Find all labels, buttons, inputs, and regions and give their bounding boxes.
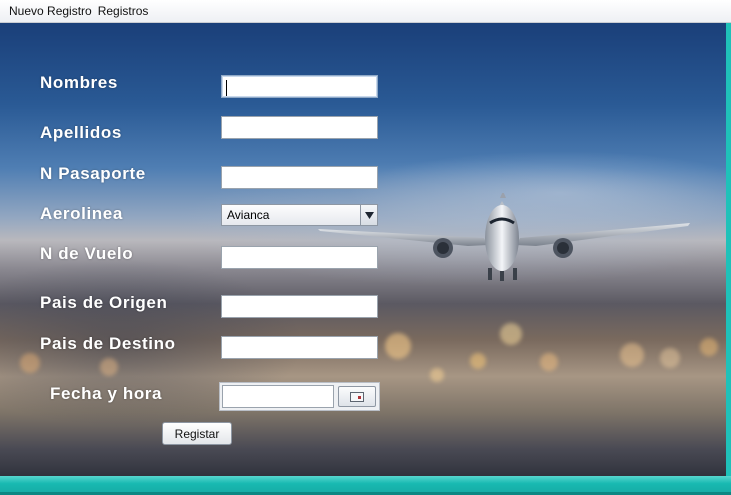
label-origen: Pais de Origen	[40, 293, 168, 312]
vuelo-input[interactable]	[221, 246, 378, 269]
bokeh-light	[620, 343, 644, 367]
menu-registros[interactable]: Registros	[95, 0, 152, 23]
calendar-button[interactable]	[338, 386, 376, 407]
menu-nuevo-registro[interactable]: Nuevo Registro	[6, 0, 95, 23]
window-border-right	[726, 23, 731, 495]
text-caret	[226, 80, 227, 96]
bokeh-light	[660, 348, 680, 368]
calendar-icon	[350, 391, 364, 402]
label-aerolinea: Aerolinea	[40, 204, 123, 223]
label-nombres: Nombres	[40, 73, 118, 92]
apellidos-input[interactable]	[221, 116, 378, 139]
label-apellidos: Apellidos	[40, 123, 122, 142]
pasaporte-input[interactable]	[221, 166, 378, 189]
bokeh-light	[470, 353, 486, 369]
label-vuelo: N de Vuelo	[40, 244, 134, 263]
bokeh-light	[430, 368, 444, 382]
bokeh-light	[385, 333, 411, 359]
triangle-down-icon[interactable]	[360, 205, 377, 225]
bokeh-light	[500, 323, 522, 345]
window-border-bottom	[0, 476, 731, 495]
bokeh-light	[540, 353, 558, 371]
label-fecha-hora: Fecha y hora	[50, 384, 163, 403]
bokeh-light	[700, 338, 718, 356]
bokeh-light	[100, 358, 118, 376]
registrar-button[interactable]: Registar	[162, 422, 232, 445]
aerolinea-selected-value: Avianca	[227, 208, 270, 222]
label-destino: Pais de Destino	[40, 334, 176, 353]
destino-input[interactable]	[221, 336, 378, 359]
label-pasaporte: N Pasaporte	[40, 164, 146, 183]
nombres-input[interactable]	[221, 75, 378, 98]
origen-input[interactable]	[221, 295, 378, 318]
fecha-hora-picker	[219, 382, 380, 411]
aerolinea-select[interactable]: Avianca	[221, 204, 378, 226]
fecha-hora-input[interactable]	[222, 385, 334, 408]
menu-bar: Nuevo Registro Registros	[0, 0, 731, 23]
bokeh-light	[20, 353, 40, 373]
